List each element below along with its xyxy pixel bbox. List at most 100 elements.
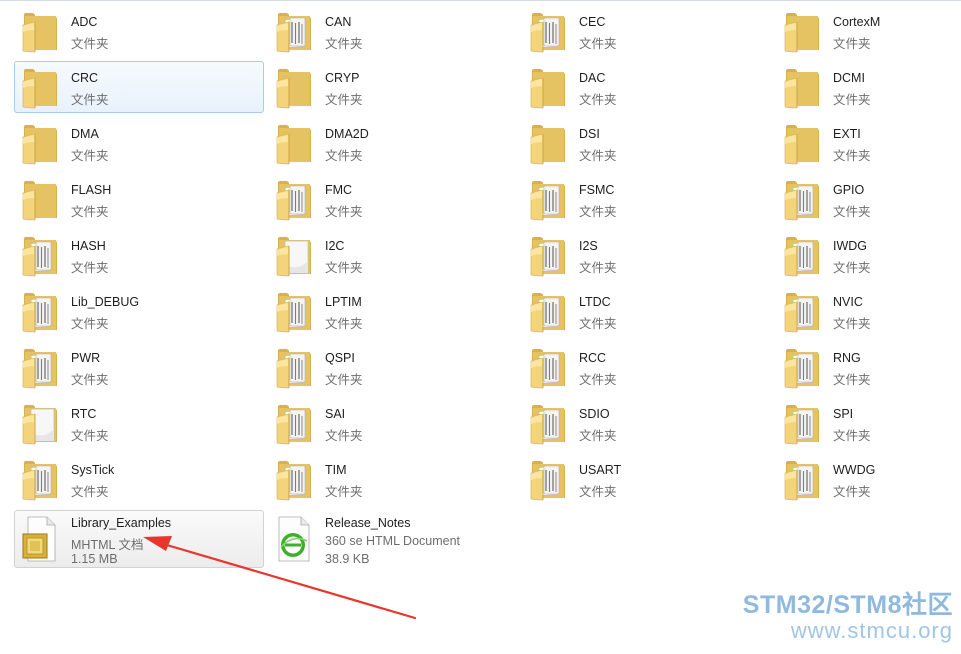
folder-sai[interactable]: SAI 文件夹: [268, 397, 518, 449]
item-type: 文件夹: [579, 261, 617, 275]
item-type: 文件夹: [579, 373, 617, 387]
folder-icon: [19, 346, 61, 390]
item-name: LPTIM: [325, 295, 362, 309]
item-type: 文件夹: [325, 261, 363, 275]
folder-qspi[interactable]: QSPI 文件夹: [268, 341, 518, 393]
item-type: 文件夹: [325, 93, 363, 107]
folder-exti[interactable]: EXTI 文件夹: [776, 117, 961, 169]
folder-crc[interactable]: CRC 文件夹: [14, 61, 264, 113]
folder-icon: [19, 234, 61, 278]
folder-dcmi[interactable]: DCMI 文件夹: [776, 61, 961, 113]
item-type: 文件夹: [833, 261, 871, 275]
folder-icon: [19, 290, 61, 334]
folder-dma[interactable]: DMA 文件夹: [14, 117, 264, 169]
folder-cec[interactable]: CEC 文件夹: [522, 5, 772, 57]
file-release-notes[interactable]: Release_Notes 360 se HTML Document 38.9 KB: [268, 510, 518, 568]
item-type: 文件夹: [579, 317, 617, 331]
item-name: DAC: [579, 71, 606, 85]
item-name: CortexM: [833, 15, 881, 29]
item-type: 文件夹: [833, 429, 871, 443]
folder-ltdc[interactable]: LTDC 文件夹: [522, 285, 772, 337]
folder-iwdg[interactable]: IWDG 文件夹: [776, 229, 961, 281]
item-name: I2C: [325, 239, 345, 253]
folder-icon: [19, 10, 61, 54]
item-name: CRYP: [325, 71, 360, 85]
watermark: STM32/STM8社区 www.stmcu.org: [743, 591, 953, 643]
item-type: 文件夹: [71, 317, 109, 331]
folder-icon: [273, 178, 315, 222]
item-name: RTC: [71, 407, 97, 421]
file-library-examples[interactable]: Library_Examples MHTML 文档 1.15 MB: [14, 510, 264, 568]
folder-fsmc[interactable]: FSMC 文件夹: [522, 173, 772, 225]
folder-icon: [527, 66, 569, 110]
folder-dac[interactable]: DAC 文件夹: [522, 61, 772, 113]
folder-wwdg[interactable]: WWDG 文件夹: [776, 453, 961, 505]
item-name: USART: [579, 463, 622, 477]
folder-icon: [273, 122, 315, 166]
folder-hash[interactable]: HASH 文件夹: [14, 229, 264, 281]
folder-icon: [273, 66, 315, 110]
item-type: 文件夹: [71, 485, 109, 499]
folder-icon: [781, 234, 823, 278]
item-type: 360 se HTML Document: [325, 534, 461, 548]
mhtml-document-icon: [19, 514, 61, 562]
folder-can[interactable]: CAN 文件夹: [268, 5, 518, 57]
folder-usart[interactable]: USART 文件夹: [522, 453, 772, 505]
folder-rng[interactable]: RNG 文件夹: [776, 341, 961, 393]
folder-dma2d[interactable]: DMA2D 文件夹: [268, 117, 518, 169]
folder-icon: [781, 122, 823, 166]
item-type: 文件夹: [579, 205, 617, 219]
folder-flash[interactable]: FLASH 文件夹: [14, 173, 264, 225]
folder-icon: [273, 402, 315, 446]
folder-gpio[interactable]: GPIO 文件夹: [776, 173, 961, 225]
folder-systick[interactable]: SysTick 文件夹: [14, 453, 264, 505]
watermark-url: www.stmcu.org: [790, 618, 953, 643]
item-type: 文件夹: [833, 93, 871, 107]
folder-i2s[interactable]: I2S 文件夹: [522, 229, 772, 281]
folder-adc[interactable]: ADC 文件夹: [14, 5, 264, 57]
item-name: I2S: [579, 239, 598, 253]
item-name: SysTick: [71, 463, 115, 477]
folder-icon: [527, 346, 569, 390]
folder-tim[interactable]: TIM 文件夹: [268, 453, 518, 505]
item-name: CEC: [579, 15, 606, 29]
item-type: 文件夹: [71, 149, 109, 163]
folder-rtc[interactable]: RTC 文件夹: [14, 397, 264, 449]
item-name: HASH: [71, 239, 106, 253]
folder-icon: [273, 10, 315, 54]
item-type: 文件夹: [833, 317, 871, 331]
folder-icon: [273, 290, 315, 334]
folder-icon: [19, 178, 61, 222]
folder-rcc[interactable]: RCC 文件夹: [522, 341, 772, 393]
item-type: 文件夹: [71, 373, 109, 387]
folder-dsi[interactable]: DSI 文件夹: [522, 117, 772, 169]
item-name: SDIO: [579, 407, 610, 421]
item-name: IWDG: [833, 239, 868, 253]
item-type: 文件夹: [325, 429, 363, 443]
folder-fmc[interactable]: FMC 文件夹: [268, 173, 518, 225]
folder-cortexm[interactable]: CortexM 文件夹: [776, 5, 961, 57]
folder-icon: [273, 458, 315, 502]
item-type: 文件夹: [71, 37, 109, 51]
item-size: 38.9 KB: [325, 552, 370, 566]
item-type: 文件夹: [833, 485, 871, 499]
folder-icon: [273, 234, 315, 278]
folder-nvic[interactable]: NVIC 文件夹: [776, 285, 961, 337]
folder-cryp[interactable]: CRYP 文件夹: [268, 61, 518, 113]
file-grid: ADC 文件夹 CAN 文件夹 CEC 文件夹 CortexM 文件夹 CRC 文件夹 CRYP 文件…: [0, 0, 961, 654]
folder-spi[interactable]: SPI 文件夹: [776, 397, 961, 449]
item-type: 文件夹: [71, 205, 109, 219]
folder-sdio[interactable]: SDIO 文件夹: [522, 397, 772, 449]
folder-lib-debug[interactable]: Lib_DEBUG 文件夹: [14, 285, 264, 337]
item-type: 文件夹: [579, 37, 617, 51]
item-type: 文件夹: [71, 93, 109, 107]
item-type: 文件夹: [71, 429, 109, 443]
folder-lptim[interactable]: LPTIM 文件夹: [268, 285, 518, 337]
item-type: 文件夹: [325, 37, 363, 51]
folder-pwr[interactable]: PWR 文件夹: [14, 341, 264, 393]
folder-i2c[interactable]: I2C 文件夹: [268, 229, 518, 281]
item-name: FLASH: [71, 183, 112, 197]
folder-icon: [781, 10, 823, 54]
folder-icon: [19, 402, 61, 446]
folder-icon: [781, 178, 823, 222]
